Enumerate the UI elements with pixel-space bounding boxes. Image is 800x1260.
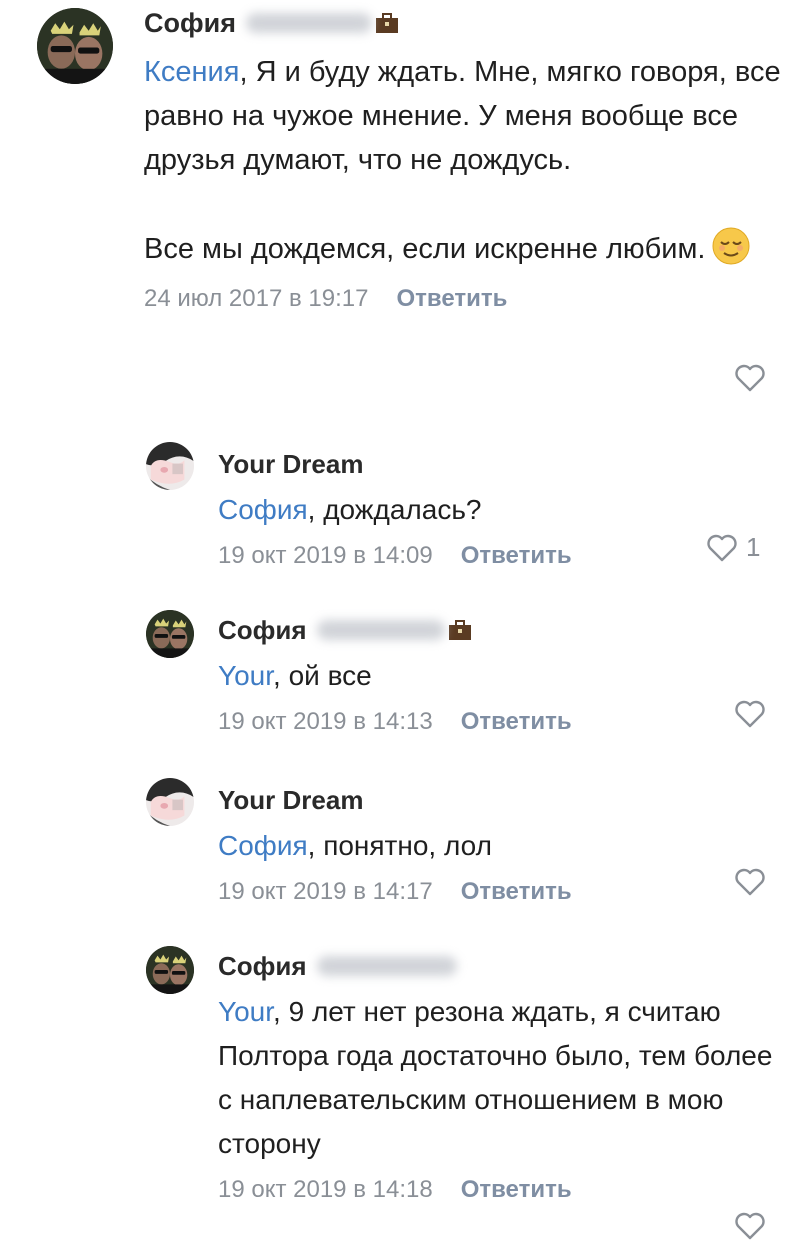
like-button[interactable] xyxy=(734,700,766,728)
like-count: 1 xyxy=(746,532,761,562)
author-name[interactable]: София xyxy=(144,8,236,39)
comment-body: София Your, ой все 19 окт 2019 в 14:13 О… xyxy=(218,614,778,738)
comment-meta: 19 окт 2019 в 14:09 Ответить xyxy=(218,540,778,572)
reply-button[interactable]: Ответить xyxy=(461,708,572,736)
comment-text-part: , ой все xyxy=(273,660,372,691)
heart-outline-icon xyxy=(735,868,765,896)
mention-link[interactable]: Your xyxy=(218,996,273,1027)
author-name[interactable]: София xyxy=(218,951,307,982)
comment-text: Your, ой все xyxy=(218,654,778,698)
blurred-surname xyxy=(245,13,372,33)
comment-body: Your Dream София, понятно, лол 19 окт 20… xyxy=(218,784,778,908)
comment-text-part: Полтора года достаточно было, тем более … xyxy=(218,1040,773,1159)
author-name[interactable]: Your Dream xyxy=(218,449,363,480)
comment-author[interactable]: София xyxy=(144,6,784,40)
heart-outline-icon xyxy=(707,534,737,561)
reply-button[interactable]: Ответить xyxy=(461,878,572,906)
comment-text-part: Все мы дождемся, если искренне любим. xyxy=(144,233,706,265)
comment-body: Your Dream София, дождалась? 19 окт 2019… xyxy=(218,448,778,572)
comment-meta: 24 июл 2017 в 19:17 Ответить xyxy=(144,283,784,315)
comment-text: София, понятно, лол xyxy=(218,824,778,868)
comment-text-part: , Я и буду ждать. Мне, мягко говоря, все… xyxy=(144,56,781,176)
like-button[interactable] xyxy=(734,868,766,896)
comment-text: София, дождалась? xyxy=(218,488,778,532)
mention-link[interactable]: София xyxy=(218,494,308,525)
avatar[interactable] xyxy=(37,8,113,84)
comment-meta: 19 окт 2019 в 14:17 Ответить xyxy=(218,876,778,908)
avatar[interactable] xyxy=(146,610,194,658)
avatar[interactable] xyxy=(146,778,194,826)
comment-date: 19 окт 2019 в 14:18 xyxy=(218,1176,433,1203)
reply-button[interactable]: Ответить xyxy=(461,542,572,570)
comment-meta: 19 окт 2019 в 14:18 Ответить xyxy=(218,1174,778,1206)
briefcase-icon xyxy=(375,13,398,33)
comment-text: Ксения, Я и буду ждать. Мне, мягко говор… xyxy=(144,50,784,271)
author-name[interactable]: Your Dream xyxy=(218,785,363,816)
comment-text-part: , дождалась? xyxy=(307,494,482,525)
comment-author[interactable]: Your Dream xyxy=(218,448,778,480)
comment-body: София Ксения, Я и буду ждать. Мне, мягко… xyxy=(144,6,784,315)
avatar[interactable] xyxy=(146,442,194,490)
comment-author[interactable]: София xyxy=(218,614,778,646)
comment-date: 19 окт 2019 в 14:09 xyxy=(218,542,433,569)
comment-author[interactable]: София xyxy=(218,950,778,982)
like-button[interactable] xyxy=(734,1212,766,1240)
like-button[interactable] xyxy=(734,364,766,392)
heart-outline-icon xyxy=(735,364,765,392)
mention-link[interactable]: София xyxy=(218,830,308,861)
reply-button[interactable]: Ответить xyxy=(461,1176,572,1204)
comment-text-part: , 9 лет нет резона ждать, я считаю xyxy=(273,996,721,1027)
comment-date: 24 июл 2017 в 19:17 xyxy=(144,285,369,312)
mention-link[interactable]: Ксения xyxy=(144,56,239,88)
reply-button[interactable]: Ответить xyxy=(396,285,507,313)
comment-body: София Your, 9 лет нет резона ждать, я сч… xyxy=(218,950,778,1206)
comment-meta: 19 окт 2019 в 14:13 Ответить xyxy=(218,706,778,738)
blurred-surname xyxy=(316,956,457,976)
mention-link[interactable]: Your xyxy=(218,660,273,691)
avatar[interactable] xyxy=(146,946,194,994)
comment-text: Your, 9 лет нет резона ждать, я считаю П… xyxy=(218,990,778,1166)
briefcase-icon xyxy=(448,620,471,640)
blurred-surname xyxy=(316,620,445,640)
author-name[interactable]: София xyxy=(218,615,307,646)
comment-date: 19 окт 2019 в 14:17 xyxy=(218,878,433,905)
comment-author[interactable]: Your Dream xyxy=(218,784,778,816)
heart-outline-icon xyxy=(735,1212,765,1240)
like-button[interactable]: 1 xyxy=(706,532,760,563)
comment-date: 19 окт 2019 в 14:13 xyxy=(218,708,433,735)
comment-text-part: , понятно, лол xyxy=(307,830,492,861)
relieved-face-emoji xyxy=(712,227,750,265)
heart-outline-icon xyxy=(735,700,765,728)
